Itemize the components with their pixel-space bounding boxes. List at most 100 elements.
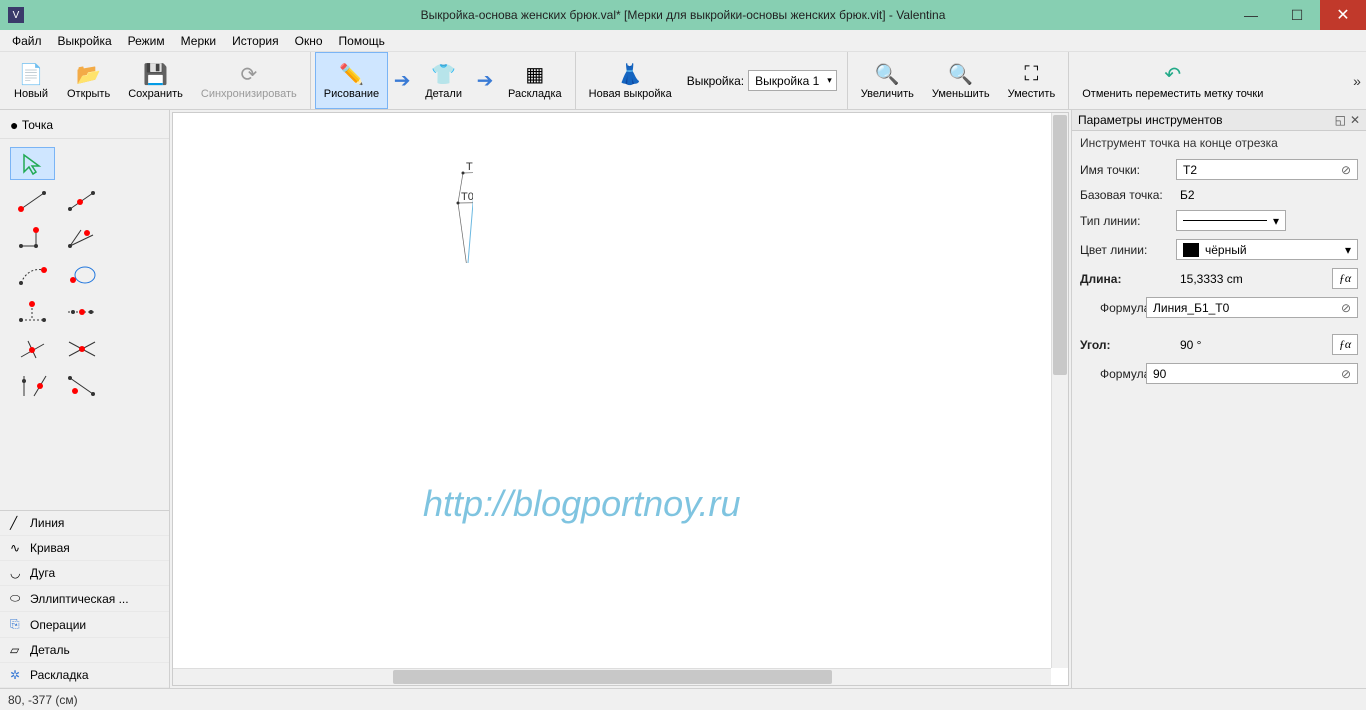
undo-icon: ↶	[1159, 61, 1187, 87]
curve-icon: ∿	[10, 541, 24, 555]
cursor-position: 80, -377 (см)	[8, 693, 78, 707]
category-operations[interactable]: ⎘Операции	[0, 612, 169, 638]
svg-text:Т7: Т7	[466, 161, 473, 173]
clear-icon[interactable]: ⊘	[1341, 367, 1351, 381]
detail-icon: ▱	[10, 643, 24, 657]
zoom-fit-button[interactable]: ⛶Уместить	[999, 52, 1065, 109]
point-name-input[interactable]: ⊘	[1176, 159, 1358, 180]
length-fx-button[interactable]: ƒα	[1332, 268, 1358, 289]
menu-window[interactable]: Окно	[287, 32, 331, 50]
tool-name-label: Инструмент точка на конце отрезка	[1072, 131, 1366, 155]
angle-label: Угол:	[1080, 338, 1170, 352]
watermark: http://blogportnoy.ru	[423, 483, 741, 525]
tool-triangle[interactable]	[10, 295, 55, 328]
drawing-canvas[interactable]: Т7Т71Т41жтгТ5Т0Т4бТаТ2звБ5Б21Б3Б1ББ4Б2дс…	[172, 112, 1069, 686]
minimize-button[interactable]: —	[1228, 0, 1274, 30]
tool-along-line[interactable]	[59, 184, 104, 217]
category-arc[interactable]: ◡Дуга	[0, 561, 169, 586]
category-detail[interactable]: ▱Деталь	[0, 638, 169, 663]
tool-intersect-xy[interactable]	[59, 295, 104, 328]
svg-text:Т0: Т0	[461, 191, 473, 203]
arc-icon: ◡	[10, 566, 24, 580]
horizontal-scrollbar[interactable]	[173, 668, 1051, 685]
formula2-label: Формула	[1080, 367, 1140, 381]
toolbar-overflow[interactable]: »	[1348, 52, 1366, 109]
tools-panel: ● Точка ╱Линия ∿Кривая ◡Дуга ⬭Эллиптичес…	[0, 110, 170, 688]
length-label: Длина:	[1080, 272, 1170, 286]
linetype-select[interactable]: ▾	[1176, 210, 1286, 231]
base-point-label: Базовая точка:	[1080, 188, 1170, 202]
menubar: Файл Выкройка Режим Мерки История Окно П…	[0, 30, 1366, 52]
app-icon: V	[8, 7, 24, 23]
open-icon: 📂	[75, 61, 103, 87]
draw-mode-button[interactable]: ✏️Рисование	[315, 52, 388, 109]
tool-line-intersect[interactable]	[59, 332, 104, 365]
clear-icon[interactable]: ⊘	[1341, 163, 1351, 177]
tool-point-intersection[interactable]	[10, 369, 55, 402]
tool-categories: ╱Линия ∿Кривая ◡Дуга ⬭Эллиптическая ... …	[0, 510, 169, 688]
tool-midpoint[interactable]	[59, 369, 104, 402]
menu-pattern[interactable]: Выкройка	[50, 32, 120, 50]
tool-endpoint[interactable]	[10, 184, 55, 217]
save-button[interactable]: 💾Сохранить	[119, 52, 192, 109]
main-area: ● Точка ╱Линия ∿Кривая ◡Дуга ⬭Эллиптичес…	[0, 110, 1366, 688]
tool-normal[interactable]	[10, 221, 55, 254]
dock-icon[interactable]: ◱	[1335, 113, 1346, 127]
new-button[interactable]: 📄Новый	[4, 52, 58, 109]
length-value: 15,3333 cm	[1176, 272, 1326, 286]
zoom-in-button[interactable]: 🔍Увеличить	[852, 52, 923, 109]
statusbar: 80, -377 (см)	[0, 688, 1366, 710]
layout-icon: ▦	[521, 61, 549, 87]
arrow-icon-2: ➔	[471, 68, 499, 94]
linecolor-select[interactable]: чёрный▾	[1176, 239, 1358, 260]
menu-mode[interactable]: Режим	[120, 32, 173, 50]
ellipse-icon: ⬭	[10, 591, 24, 606]
angle-value: 90 °	[1176, 338, 1326, 352]
undo-move-button[interactable]: ↶Отменить переместить метку точки	[1073, 52, 1272, 109]
new-icon: 📄	[17, 61, 45, 87]
base-point-value: Б2	[1176, 188, 1358, 202]
layout-mode-button[interactable]: ▦Раскладка	[499, 52, 571, 109]
sync-button[interactable]: ⟳Синхронизировать	[192, 52, 306, 109]
tool-shoulder[interactable]	[10, 258, 55, 291]
close-button[interactable]: ✕	[1320, 0, 1366, 30]
zoom-in-icon: 🔍	[873, 61, 901, 87]
angle-fx-button[interactable]: ƒα	[1332, 334, 1358, 355]
vertical-scrollbar[interactable]	[1051, 113, 1068, 668]
layout-cat-icon: ✲	[10, 668, 24, 682]
draw-icon: ✏️	[337, 61, 365, 87]
category-elliptical[interactable]: ⬭Эллиптическая ...	[0, 586, 169, 612]
save-icon: 💾	[142, 61, 170, 87]
tools-header: ● Точка	[0, 110, 169, 139]
menu-history[interactable]: История	[224, 32, 287, 50]
details-icon: 👕	[430, 61, 458, 87]
new-pattern-button[interactable]: 👗Новая выкройка	[580, 52, 681, 109]
properties-panel: Параметры инструментов ◱✕ Инструмент точ…	[1071, 110, 1366, 688]
tool-bisector[interactable]	[59, 221, 104, 254]
formula2-input[interactable]: ⊘	[1146, 363, 1358, 384]
maximize-button[interactable]: ☐	[1274, 0, 1320, 30]
pattern-select[interactable]: Выкройка 1▾	[748, 70, 837, 91]
category-curve[interactable]: ∿Кривая	[0, 536, 169, 561]
linetype-label: Тип линии:	[1080, 214, 1170, 228]
menu-file[interactable]: Файл	[4, 32, 50, 50]
formula1-input[interactable]: ⊘	[1146, 297, 1358, 318]
tool-contact[interactable]	[59, 258, 104, 291]
category-line[interactable]: ╱Линия	[0, 511, 169, 536]
clear-icon[interactable]: ⊘	[1341, 301, 1351, 315]
pattern-label: Выкройка:	[687, 74, 744, 88]
sync-icon: ⟳	[235, 61, 263, 87]
point-tools-grid	[0, 139, 169, 410]
category-layout[interactable]: ✲Раскладка	[0, 663, 169, 688]
line-icon: ╱	[10, 516, 24, 530]
menu-measurements[interactable]: Мерки	[173, 32, 224, 50]
panel-close-icon[interactable]: ✕	[1350, 113, 1360, 127]
linecolor-label: Цвет линии:	[1080, 243, 1170, 257]
details-mode-button[interactable]: 👕Детали	[416, 52, 471, 109]
new-pattern-icon: 👗	[616, 61, 644, 87]
open-button[interactable]: 📂Открыть	[58, 52, 119, 109]
tool-perpendicular[interactable]	[10, 332, 55, 365]
tool-pointer[interactable]	[10, 147, 55, 180]
menu-help[interactable]: Помощь	[331, 32, 393, 50]
zoom-out-button[interactable]: 🔍Уменьшить	[923, 52, 999, 109]
